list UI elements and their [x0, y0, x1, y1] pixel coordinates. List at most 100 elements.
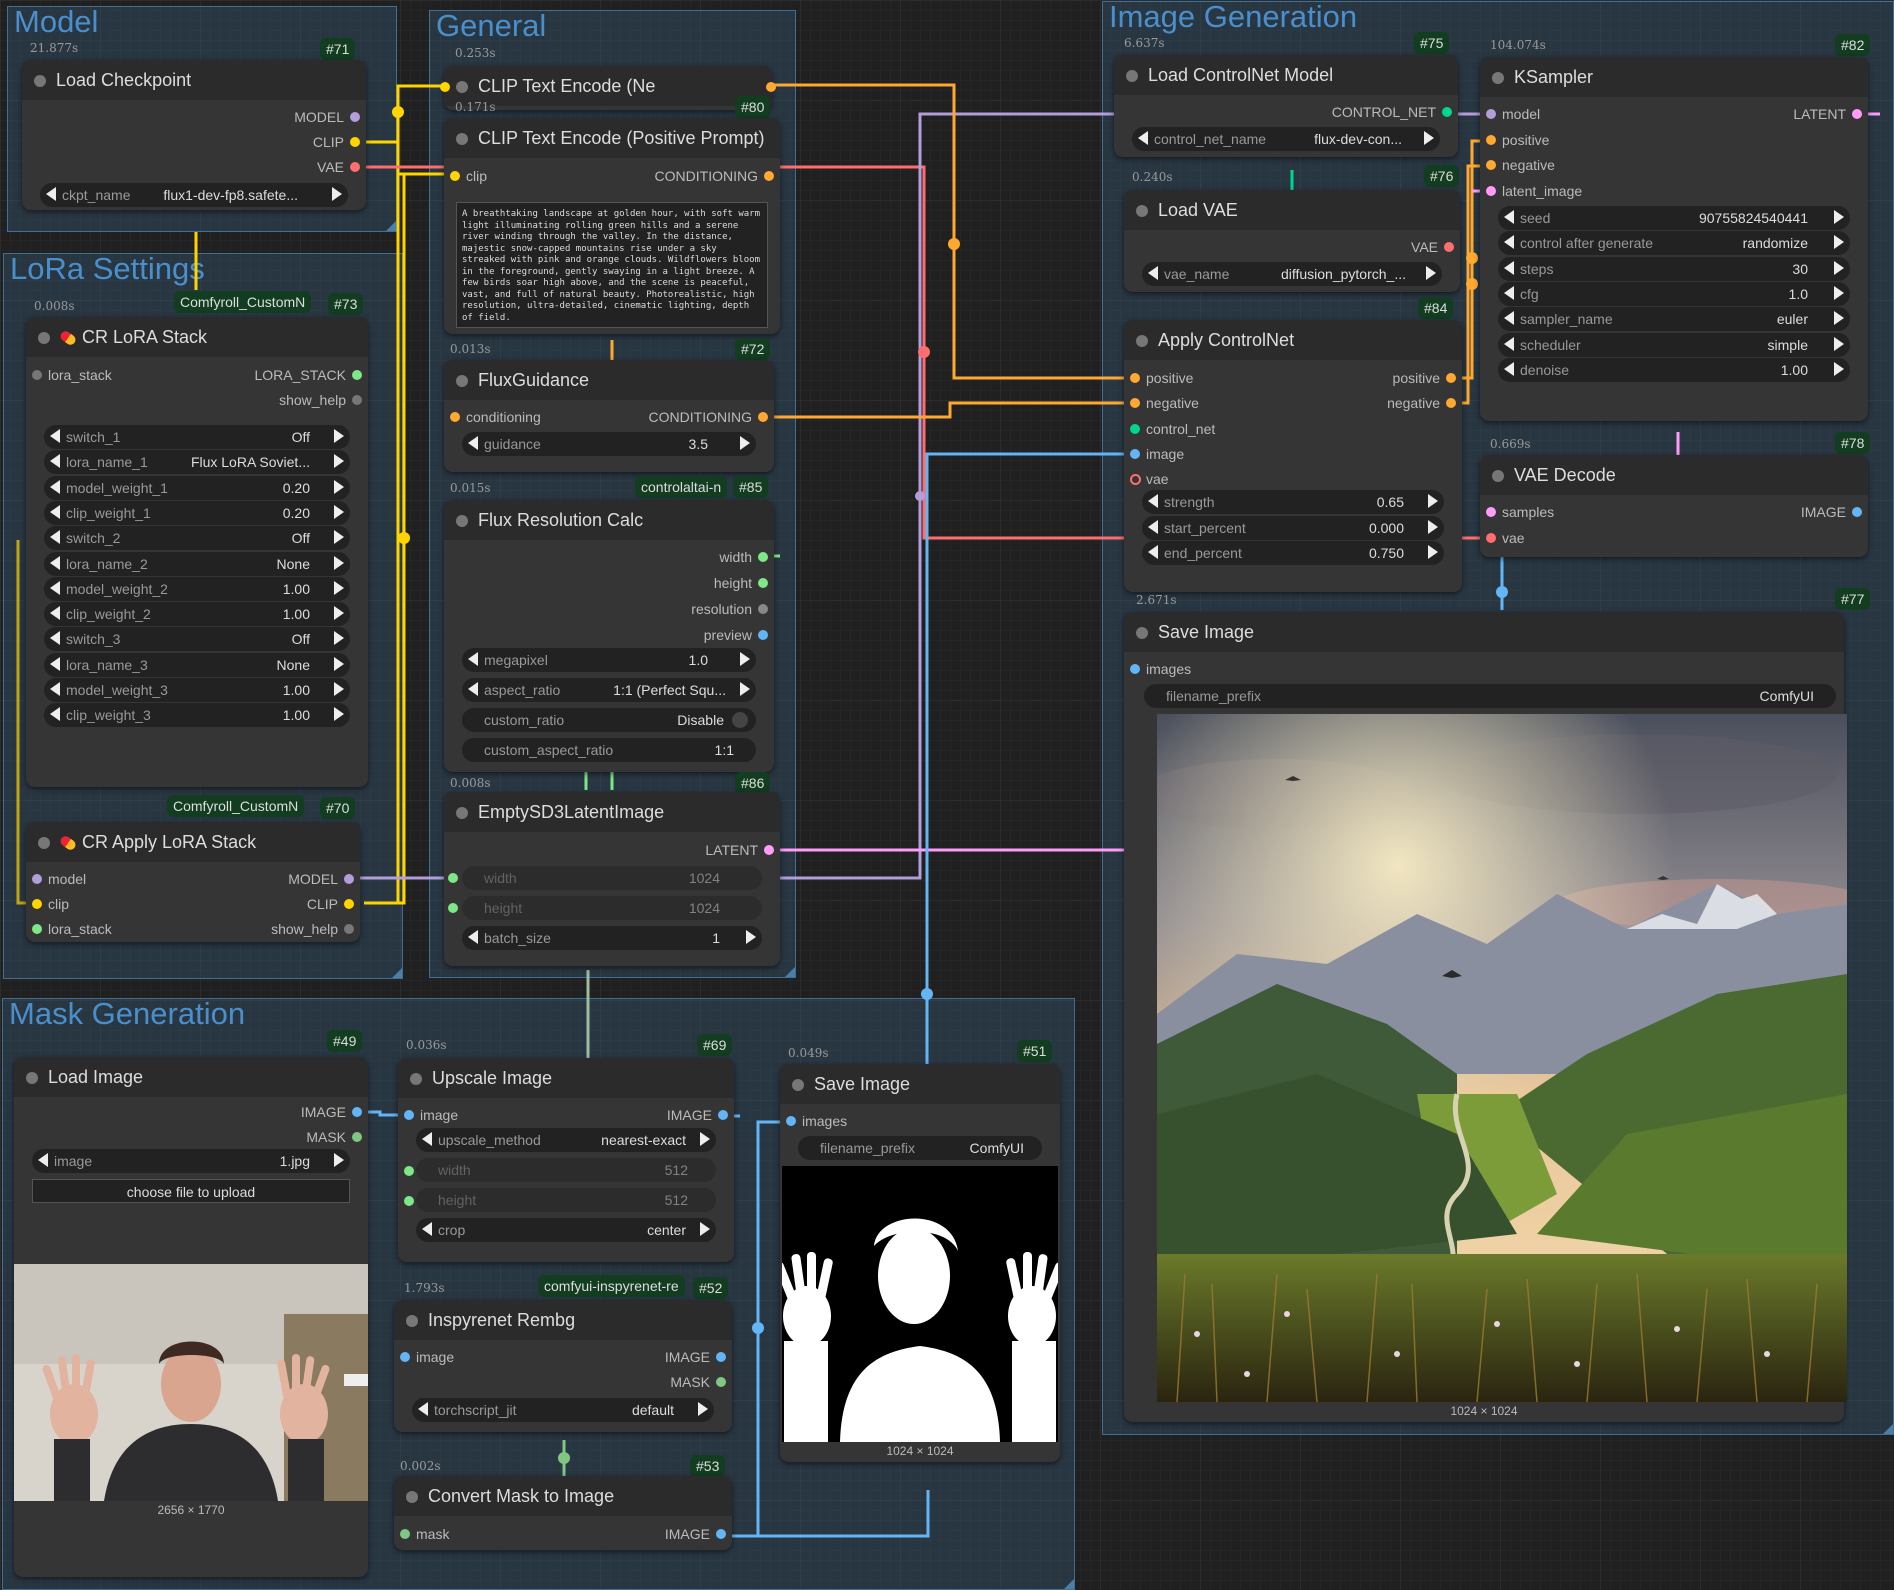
input-socket[interactable] [1130, 398, 1140, 408]
output-socket[interactable] [764, 845, 774, 855]
widget-filename-prefix[interactable]: filename_prefix ComfyUI [798, 1136, 1042, 1160]
increment-arrow[interactable] [334, 555, 344, 570]
input-photo-preview[interactable] [14, 1264, 368, 1501]
node-header[interactable]: CR Apply LoRA Stack [26, 822, 360, 862]
input-socket[interactable] [32, 924, 42, 934]
collapse-toggle[interactable] [1492, 470, 1504, 482]
decrement-arrow[interactable] [50, 504, 60, 519]
widget-crop[interactable]: crop center [416, 1218, 716, 1242]
output-vae[interactable]: VAE [22, 157, 366, 177]
collapse-toggle[interactable] [1492, 72, 1504, 84]
collapse-toggle[interactable] [1136, 627, 1148, 639]
node-cr-lora-stack[interactable]: CR LoRA Stack lora_stack LORA_STACK show_… [26, 317, 368, 787]
input-images[interactable]: images [1124, 659, 1844, 679]
node-header[interactable]: Load Image [14, 1057, 368, 1097]
collapse-toggle[interactable] [38, 837, 50, 849]
node-load-checkpoint[interactable]: Load Checkpoint MODEL CLIP VAE ckpt_name… [22, 60, 366, 210]
output-socket[interactable] [716, 1352, 726, 1362]
node-save-image-main[interactable]: Save Image images filename_prefix ComfyUI [1124, 612, 1847, 1422]
widget-ckpt-name[interactable]: ckpt_name flux1-dev-fp8.safete... [40, 183, 348, 207]
input-image[interactable]: image [1124, 444, 1462, 464]
node-apply-controlnet[interactable]: Apply ControlNet positive positive negati… [1124, 320, 1462, 592]
output-clip[interactable]: CLIP [22, 132, 366, 152]
widget-row[interactable]: clip_weight_1 0.20 [44, 500, 350, 525]
input-vae[interactable]: vae [1124, 469, 1462, 489]
output-socket[interactable] [350, 162, 360, 172]
node-header[interactable]: Inspyrenet Rembg [394, 1300, 732, 1340]
node-load-vae[interactable]: Load VAE VAE vae_name diffusion_pytorch_.… [1124, 190, 1460, 292]
widget-row[interactable]: model_weight_3 1.00 [44, 678, 350, 702]
decrement-arrow[interactable] [422, 1132, 432, 1146]
increment-arrow[interactable] [334, 656, 344, 671]
output-socket[interactable] [352, 1132, 362, 1142]
widget-control-net-name[interactable]: control_net_name flux-dev-con... [1132, 127, 1440, 151]
decrement-arrow[interactable] [50, 479, 60, 494]
input-socket[interactable] [1486, 533, 1496, 543]
node-flux-guidance[interactable]: FluxGuidance conditioning CONDITIONING gu… [444, 360, 774, 472]
input-socket[interactable] [404, 1196, 414, 1206]
input-socket[interactable] [1130, 373, 1140, 383]
output-socket[interactable] [344, 899, 354, 909]
input-socket[interactable] [32, 899, 42, 909]
decrement-arrow[interactable] [1148, 494, 1158, 508]
increment-arrow[interactable] [698, 1402, 708, 1416]
increment-arrow[interactable] [334, 580, 344, 595]
input-clip[interactable]: clip CLIP [26, 894, 360, 914]
input-socket[interactable] [440, 82, 450, 92]
decrement-arrow[interactable] [1504, 336, 1514, 351]
decrement-arrow[interactable] [50, 606, 60, 621]
node-header[interactable]: Load Checkpoint [22, 60, 366, 100]
collapse-toggle[interactable] [456, 81, 468, 93]
output-socket[interactable] [344, 924, 354, 934]
output-socket[interactable] [1446, 398, 1456, 408]
decrement-arrow[interactable] [1504, 235, 1514, 250]
decrement-arrow[interactable] [38, 1153, 48, 1167]
widget-row[interactable]: clip_weight_2 1.00 [44, 602, 350, 627]
widget-row[interactable]: model_weight_1 0.20 [44, 475, 350, 500]
input-clip[interactable]: clip CONDITIONING [444, 166, 780, 186]
widget-width[interactable]: width 512 [416, 1158, 716, 1182]
widget-row[interactable]: strength 0.65 [1142, 490, 1444, 514]
increment-arrow[interactable] [1834, 285, 1844, 300]
node-header[interactable]: Save Image [780, 1064, 1060, 1104]
output-socket[interactable] [1852, 109, 1862, 119]
collapse-toggle[interactable] [1136, 205, 1148, 217]
output-socket[interactable] [352, 1107, 362, 1117]
increment-arrow[interactable] [334, 707, 344, 722]
widget-row[interactable]: lora_name_2 None [44, 551, 350, 576]
widget-vae-name[interactable]: vae_name diffusion_pytorch_... [1142, 262, 1442, 286]
widget-image[interactable]: image 1.jpg [32, 1149, 350, 1173]
node-header[interactable]: CLIP Text Encode (Positive Prompt) [444, 118, 780, 158]
node-header[interactable]: Load VAE [1124, 190, 1460, 230]
input-socket[interactable] [1486, 186, 1496, 196]
node-clip-text-encode-positive[interactable]: CLIP Text Encode (Positive Prompt) clip C… [444, 118, 780, 334]
increment-arrow[interactable] [1834, 361, 1844, 376]
output-preview[interactable]: preview [444, 625, 774, 645]
node-convert-mask-to-image[interactable]: Convert Mask to Image mask IMAGE [394, 1476, 732, 1550]
output-show-help[interactable]: show_help [26, 390, 368, 410]
increment-arrow[interactable] [332, 187, 342, 201]
output-socket[interactable] [758, 630, 768, 640]
increment-arrow[interactable] [1834, 336, 1844, 351]
increment-arrow[interactable] [334, 479, 344, 494]
input-latent-image[interactable]: latent_image [1480, 181, 1868, 201]
increment-arrow[interactable] [1834, 235, 1844, 250]
input-model[interactable]: model LATENT [1480, 104, 1868, 124]
node-load-controlnet-model[interactable]: Load ControlNet Model CONTROL_NET contro… [1114, 55, 1458, 157]
increment-arrow[interactable] [334, 631, 344, 646]
node-header[interactable]: Flux Resolution Calc [444, 500, 774, 540]
input-socket[interactable] [1130, 424, 1140, 434]
input-positive[interactable]: positive positive [1124, 368, 1462, 388]
decrement-arrow[interactable] [468, 682, 478, 696]
input-model[interactable]: model MODEL [26, 869, 360, 889]
output-socket[interactable] [350, 137, 360, 147]
output-socket[interactable] [758, 412, 768, 422]
collapse-toggle[interactable] [406, 1315, 418, 1327]
output-socket[interactable] [766, 82, 776, 92]
decrement-arrow[interactable] [1504, 210, 1514, 224]
decrement-arrow[interactable] [418, 1402, 428, 1416]
increment-arrow[interactable] [334, 454, 344, 469]
input-socket[interactable] [1486, 109, 1496, 119]
increment-arrow[interactable] [334, 504, 344, 519]
output-socket[interactable] [758, 552, 768, 562]
